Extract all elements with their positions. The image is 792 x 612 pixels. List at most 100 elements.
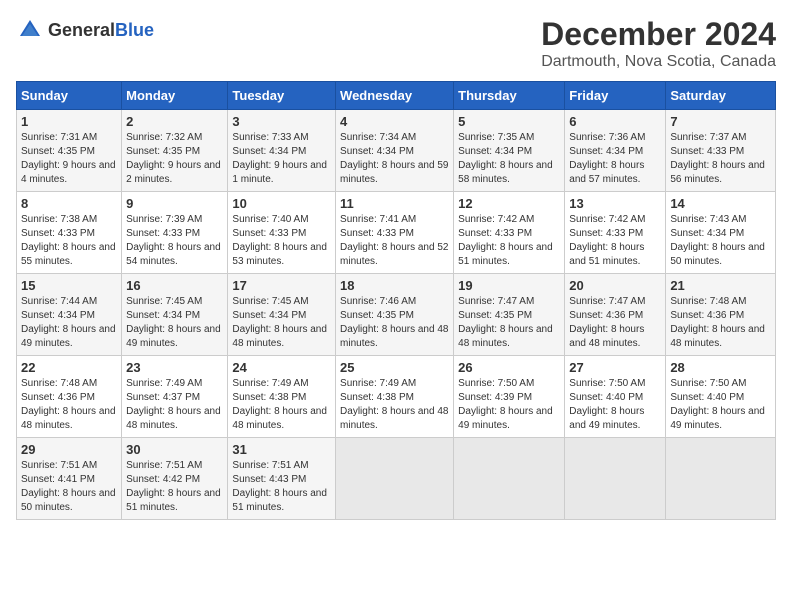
day-info: Sunrise: 7:51 AM Sunset: 4:41 PM Dayligh… <box>21 459 117 515</box>
day-number: 19 <box>458 278 560 293</box>
calendar-cell: 20 Sunrise: 7:47 AM Sunset: 4:36 PM Dayl… <box>565 274 666 356</box>
day-info: Sunrise: 7:50 AM Sunset: 4:39 PM Dayligh… <box>458 377 560 433</box>
weekday-header: Tuesday <box>228 82 336 110</box>
day-info: Sunrise: 7:32 AM Sunset: 4:35 PM Dayligh… <box>126 131 223 187</box>
day-number: 14 <box>670 196 771 211</box>
calendar-week-row: 29 Sunrise: 7:51 AM Sunset: 4:41 PM Dayl… <box>17 438 776 520</box>
calendar-cell: 9 Sunrise: 7:39 AM Sunset: 4:33 PM Dayli… <box>122 192 228 274</box>
day-info: Sunrise: 7:49 AM Sunset: 4:38 PM Dayligh… <box>340 377 449 433</box>
calendar-cell: 4 Sunrise: 7:34 AM Sunset: 4:34 PM Dayli… <box>336 110 454 192</box>
calendar-cell: 21 Sunrise: 7:48 AM Sunset: 4:36 PM Dayl… <box>666 274 776 356</box>
day-info: Sunrise: 7:51 AM Sunset: 4:42 PM Dayligh… <box>126 459 223 515</box>
day-number: 3 <box>232 114 331 129</box>
day-number: 18 <box>340 278 449 293</box>
calendar-cell: 11 Sunrise: 7:41 AM Sunset: 4:33 PM Dayl… <box>336 192 454 274</box>
calendar-cell: 24 Sunrise: 7:49 AM Sunset: 4:38 PM Dayl… <box>228 356 336 438</box>
calendar-table: SundayMondayTuesdayWednesdayThursdayFrid… <box>16 81 776 520</box>
day-number: 25 <box>340 360 449 375</box>
day-number: 27 <box>569 360 661 375</box>
logo-text: GeneralBlue <box>48 20 154 41</box>
day-number: 30 <box>126 442 223 457</box>
calendar-cell: 29 Sunrise: 7:51 AM Sunset: 4:41 PM Dayl… <box>17 438 122 520</box>
calendar-cell: 27 Sunrise: 7:50 AM Sunset: 4:40 PM Dayl… <box>565 356 666 438</box>
day-info: Sunrise: 7:43 AM Sunset: 4:34 PM Dayligh… <box>670 213 771 269</box>
day-info: Sunrise: 7:45 AM Sunset: 4:34 PM Dayligh… <box>232 295 331 351</box>
day-info: Sunrise: 7:45 AM Sunset: 4:34 PM Dayligh… <box>126 295 223 351</box>
calendar-header: SundayMondayTuesdayWednesdayThursdayFrid… <box>17 82 776 110</box>
day-number: 13 <box>569 196 661 211</box>
calendar-cell: 15 Sunrise: 7:44 AM Sunset: 4:34 PM Dayl… <box>17 274 122 356</box>
calendar-cell: 26 Sunrise: 7:50 AM Sunset: 4:39 PM Dayl… <box>454 356 565 438</box>
day-number: 22 <box>21 360 117 375</box>
subtitle: Dartmouth, Nova Scotia, Canada <box>541 53 776 71</box>
day-number: 5 <box>458 114 560 129</box>
day-info: Sunrise: 7:50 AM Sunset: 4:40 PM Dayligh… <box>670 377 771 433</box>
day-info: Sunrise: 7:46 AM Sunset: 4:35 PM Dayligh… <box>340 295 449 351</box>
day-info: Sunrise: 7:50 AM Sunset: 4:40 PM Dayligh… <box>569 377 661 433</box>
day-number: 28 <box>670 360 771 375</box>
calendar-cell: 16 Sunrise: 7:45 AM Sunset: 4:34 PM Dayl… <box>122 274 228 356</box>
day-number: 4 <box>340 114 449 129</box>
day-number: 15 <box>21 278 117 293</box>
calendar-cell <box>454 438 565 520</box>
day-number: 17 <box>232 278 331 293</box>
day-info: Sunrise: 7:49 AM Sunset: 4:37 PM Dayligh… <box>126 377 223 433</box>
calendar-cell: 7 Sunrise: 7:37 AM Sunset: 4:33 PM Dayli… <box>666 110 776 192</box>
calendar-cell: 10 Sunrise: 7:40 AM Sunset: 4:33 PM Dayl… <box>228 192 336 274</box>
day-number: 23 <box>126 360 223 375</box>
calendar-cell: 6 Sunrise: 7:36 AM Sunset: 4:34 PM Dayli… <box>565 110 666 192</box>
calendar-week-row: 1 Sunrise: 7:31 AM Sunset: 4:35 PM Dayli… <box>17 110 776 192</box>
day-number: 2 <box>126 114 223 129</box>
day-info: Sunrise: 7:34 AM Sunset: 4:34 PM Dayligh… <box>340 131 449 187</box>
calendar-week-row: 15 Sunrise: 7:44 AM Sunset: 4:34 PM Dayl… <box>17 274 776 356</box>
day-info: Sunrise: 7:40 AM Sunset: 4:33 PM Dayligh… <box>232 213 331 269</box>
calendar-cell: 23 Sunrise: 7:49 AM Sunset: 4:37 PM Dayl… <box>122 356 228 438</box>
day-number: 7 <box>670 114 771 129</box>
day-info: Sunrise: 7:36 AM Sunset: 4:34 PM Dayligh… <box>569 131 661 187</box>
weekday-header: Wednesday <box>336 82 454 110</box>
calendar-cell: 31 Sunrise: 7:51 AM Sunset: 4:43 PM Dayl… <box>228 438 336 520</box>
calendar-cell: 19 Sunrise: 7:47 AM Sunset: 4:35 PM Dayl… <box>454 274 565 356</box>
calendar-week-row: 22 Sunrise: 7:48 AM Sunset: 4:36 PM Dayl… <box>17 356 776 438</box>
day-info: Sunrise: 7:47 AM Sunset: 4:36 PM Dayligh… <box>569 295 661 351</box>
calendar-cell: 12 Sunrise: 7:42 AM Sunset: 4:33 PM Dayl… <box>454 192 565 274</box>
weekday-header: Monday <box>122 82 228 110</box>
day-info: Sunrise: 7:37 AM Sunset: 4:33 PM Dayligh… <box>670 131 771 187</box>
day-info: Sunrise: 7:35 AM Sunset: 4:34 PM Dayligh… <box>458 131 560 187</box>
day-info: Sunrise: 7:39 AM Sunset: 4:33 PM Dayligh… <box>126 213 223 269</box>
day-number: 12 <box>458 196 560 211</box>
calendar-cell: 18 Sunrise: 7:46 AM Sunset: 4:35 PM Dayl… <box>336 274 454 356</box>
calendar-cell: 14 Sunrise: 7:43 AM Sunset: 4:34 PM Dayl… <box>666 192 776 274</box>
day-number: 31 <box>232 442 331 457</box>
calendar-cell: 8 Sunrise: 7:38 AM Sunset: 4:33 PM Dayli… <box>17 192 122 274</box>
logo: GeneralBlue <box>16 16 154 44</box>
day-info: Sunrise: 7:41 AM Sunset: 4:33 PM Dayligh… <box>340 213 449 269</box>
weekday-header: Sunday <box>17 82 122 110</box>
day-info: Sunrise: 7:51 AM Sunset: 4:43 PM Dayligh… <box>232 459 331 515</box>
day-number: 16 <box>126 278 223 293</box>
day-info: Sunrise: 7:38 AM Sunset: 4:33 PM Dayligh… <box>21 213 117 269</box>
day-info: Sunrise: 7:33 AM Sunset: 4:34 PM Dayligh… <box>232 131 331 187</box>
day-info: Sunrise: 7:48 AM Sunset: 4:36 PM Dayligh… <box>21 377 117 433</box>
day-number: 29 <box>21 442 117 457</box>
day-number: 8 <box>21 196 117 211</box>
calendar-cell: 2 Sunrise: 7:32 AM Sunset: 4:35 PM Dayli… <box>122 110 228 192</box>
calendar-cell: 13 Sunrise: 7:42 AM Sunset: 4:33 PM Dayl… <box>565 192 666 274</box>
day-info: Sunrise: 7:42 AM Sunset: 4:33 PM Dayligh… <box>569 213 661 269</box>
calendar-cell: 5 Sunrise: 7:35 AM Sunset: 4:34 PM Dayli… <box>454 110 565 192</box>
calendar-cell: 17 Sunrise: 7:45 AM Sunset: 4:34 PM Dayl… <box>228 274 336 356</box>
day-info: Sunrise: 7:44 AM Sunset: 4:34 PM Dayligh… <box>21 295 117 351</box>
calendar-cell: 22 Sunrise: 7:48 AM Sunset: 4:36 PM Dayl… <box>17 356 122 438</box>
header: GeneralBlue December 2024 Dartmouth, Nov… <box>16 16 776 71</box>
calendar-cell: 28 Sunrise: 7:50 AM Sunset: 4:40 PM Dayl… <box>666 356 776 438</box>
day-number: 6 <box>569 114 661 129</box>
day-number: 20 <box>569 278 661 293</box>
day-number: 11 <box>340 196 449 211</box>
day-number: 24 <box>232 360 331 375</box>
calendar-cell: 30 Sunrise: 7:51 AM Sunset: 4:42 PM Dayl… <box>122 438 228 520</box>
calendar-cell <box>336 438 454 520</box>
calendar-cell: 1 Sunrise: 7:31 AM Sunset: 4:35 PM Dayli… <box>17 110 122 192</box>
calendar-cell <box>565 438 666 520</box>
day-number: 9 <box>126 196 223 211</box>
calendar-cell: 25 Sunrise: 7:49 AM Sunset: 4:38 PM Dayl… <box>336 356 454 438</box>
